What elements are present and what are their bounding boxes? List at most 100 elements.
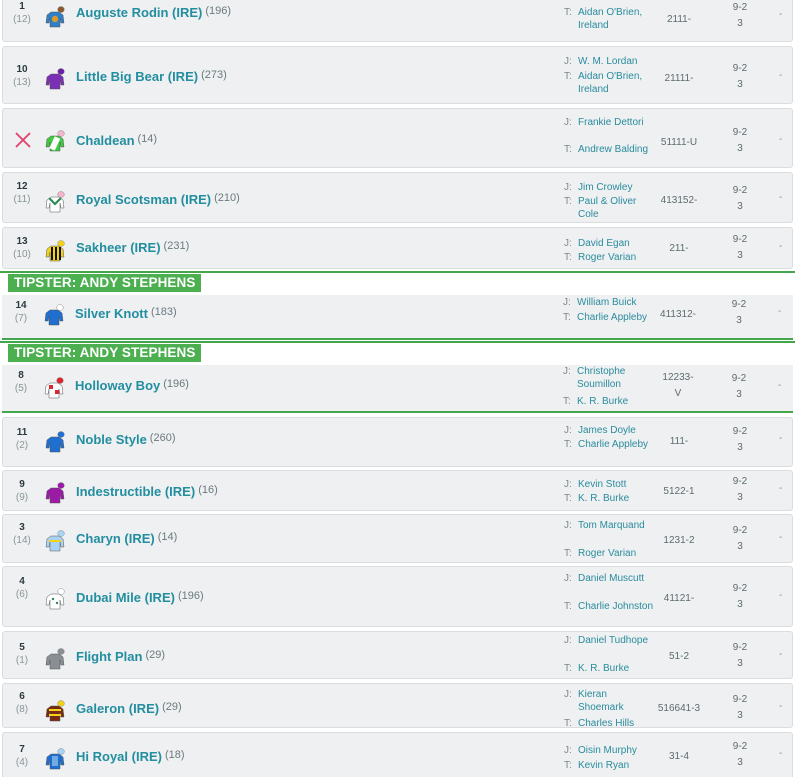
jockey-info: J: James Doyle (564, 424, 654, 439)
price-placeholder: - (778, 306, 782, 317)
trainer-link[interactable]: K. R. Burke (578, 662, 654, 675)
trainer-link[interactable]: Kevin Ryan (578, 759, 654, 772)
runner-row[interactable]: 7 (4) Hi Royal (IRE) (18) J: Oisin Murphy T: Ke… (2, 732, 793, 777)
trainer-label: T: (564, 144, 572, 155)
trainer-link[interactable]: Charlie Appleby (578, 438, 654, 451)
saddle-cloth-number: 9 (19, 479, 25, 490)
horse-name-link[interactable]: Flight Plan (29) (76, 649, 165, 664)
jockey-link[interactable]: Jim Crowley (578, 181, 654, 194)
trainer-link[interactable]: Charlie Appleby (577, 311, 653, 324)
jockey-label: J: (564, 182, 572, 193)
horse-name-link[interactable]: Sakheer (IRE) (231) (76, 240, 189, 255)
horse-name-link[interactable]: Charyn (IRE) (14) (76, 531, 177, 546)
stall-draw: (14) (13, 535, 31, 546)
form-figures: 12233- (662, 372, 694, 383)
jockey-link[interactable]: William Buick (577, 296, 653, 309)
jockey-label: J: (563, 297, 571, 308)
trainer-link[interactable]: Aidan O'Brien, Ireland (578, 6, 654, 32)
trainer-link[interactable]: Andrew Balding (578, 143, 654, 156)
days-since-run: (196) (163, 378, 189, 390)
jockey-info: J: Daniel Muscutt (564, 572, 654, 600)
runner-row[interactable]: TIPSTER: ANDY STEPHENS 14 (7) Silver Knott(… (0, 271, 795, 340)
trainer-label: T: (564, 439, 572, 450)
jockey-link[interactable]: Daniel Muscutt (578, 572, 654, 585)
days-since-run: (16) (198, 484, 218, 496)
runners-list: 1 (12) Auguste Rodin (IRE) (196) T: Aidan O'B… (0, 0, 795, 777)
horse-name-link[interactable]: Holloway Boy (196) (75, 378, 189, 393)
trainer-link[interactable]: Charles Hills (578, 717, 654, 730)
non-runner-icon (14, 131, 32, 154)
runner-row[interactable]: 3 (14) Charyn (IRE) (14) J: Tom Marquand T: Rog… (2, 514, 793, 563)
runner-row[interactable]: 9 (9) Indestructible (IRE) (16) J: Kevin Stot… (2, 470, 793, 511)
horse-name-link[interactable]: Royal Scotsman (IRE) (210) (76, 192, 240, 207)
form-figures: 51111-U (660, 137, 698, 148)
odds-top: 9-2 (732, 741, 748, 752)
jockey-link[interactable]: David Egan (578, 237, 654, 250)
horse-name-link[interactable]: Galeron (IRE) (29) (76, 701, 182, 716)
trainer-link[interactable]: Roger Varian (578, 547, 654, 560)
runner-row[interactable]: TIPSTER: ANDY STEPHENS 8 (5) Holloway Boy (1… (0, 341, 795, 413)
runner-row[interactable]: 4 (6) Dubai Mile (IRE) (196) J: Daniel Muscut… (2, 566, 793, 627)
horse-name-link[interactable]: Indestructible (IRE) (16) (76, 484, 218, 499)
form-headgear: V (674, 388, 682, 399)
runner-row[interactable]: 10 (13) Little Big Bear (IRE) (273) J: W. M. … (2, 46, 793, 104)
saddle-cloth-number: 7 (19, 744, 25, 755)
horse-name-link[interactable]: Little Big Bear (IRE) (273) (76, 69, 227, 84)
jockey-silk-icon (42, 303, 66, 327)
jockey-link[interactable]: Christophe Soumillon (577, 365, 653, 391)
horse-name: Sakheer (IRE) (76, 240, 161, 255)
jockey-link[interactable]: James Doyle (578, 424, 654, 437)
jockey-link[interactable]: Kevin Stott (578, 478, 654, 491)
jockey-link[interactable]: Tom Marquand (578, 519, 654, 532)
odds-top: 9-2 (731, 299, 747, 310)
jockey-silk-icon (43, 5, 67, 29)
jockey-silk-icon (43, 587, 67, 611)
trainer-link[interactable]: Aidan O'Brien, Ireland (578, 70, 654, 96)
days-since-run: (29) (145, 649, 166, 661)
runner-row[interactable]: Chaldean (14) J: Frankie Dettori T: Andrew Ba… (2, 108, 793, 168)
runner-row[interactable]: 11 (2) Noble Style (260) J: James Doyle T: Char… (2, 417, 793, 467)
odds-top: 9-2 (732, 63, 748, 74)
price-placeholder: - (779, 9, 783, 20)
runner-row[interactable]: 5 (1) Flight Plan (29) J: Daniel Tudhope T: K. … (2, 631, 793, 679)
jockey-link[interactable]: Frankie Dettori (578, 116, 654, 129)
jockey-link[interactable]: Oisin Murphy (578, 744, 654, 757)
runner-row[interactable]: 12 (11) Royal Scotsman (IRE) (210) J: Jim Cro… (2, 172, 793, 223)
runner-row[interactable]: 6 (8) Galeron (IRE) (29) J: Kieran Shoemark T:… (2, 683, 793, 730)
jockey-label: J: (564, 479, 572, 490)
jockey-silk-icon (43, 190, 67, 214)
runner-row[interactable]: 1 (12) Auguste Rodin (IRE) (196) T: Aidan O'B… (2, 0, 793, 42)
trainer-link[interactable]: Roger Varian (578, 251, 654, 264)
days-since-run: (196) (205, 5, 232, 17)
horse-name-link[interactable]: Auguste Rodin (IRE) (196) (76, 5, 231, 20)
horse-name: Indestructible (IRE) (76, 484, 196, 499)
horse-name-link[interactable]: Silver Knott (183) (75, 306, 177, 321)
jockey-label: J: (564, 238, 572, 249)
jockey-link[interactable]: W. M. Lordan (578, 55, 654, 68)
jockey-info: J: David Egan (564, 237, 654, 252)
horse-name-link[interactable]: Chaldean (14) (76, 133, 157, 148)
horse-name-link[interactable]: Dubai Mile (IRE) (196) (76, 590, 204, 605)
jockey-link[interactable]: Kieran Shoemark (578, 688, 654, 714)
odds-bottom: 3 (737, 599, 743, 610)
jockey-label: J: (564, 745, 572, 756)
jockey-info: J: Oisin Murphy (564, 744, 654, 759)
jockey-info: J: W. M. Lordan (564, 55, 654, 70)
runner-row[interactable]: 13 (10) Sakheer (IRE) (231) J: David Egan T: Ro… (2, 227, 793, 269)
horse-name-link[interactable]: Hi Royal (IRE) (18) (76, 749, 185, 764)
trainer-label: T: (564, 252, 572, 263)
days-since-run: (231) (163, 240, 190, 252)
trainer-link[interactable]: Paul & Oliver Cole (578, 195, 654, 221)
price-placeholder: - (779, 532, 783, 543)
jockey-label: J: (564, 689, 572, 700)
stall-draw: (6) (15, 589, 29, 600)
horse-name-link[interactable]: Noble Style (260) (76, 432, 175, 447)
trainer-link[interactable]: Charlie Johnston (578, 600, 654, 613)
trainer-link[interactable]: K. R. Burke (578, 492, 654, 505)
jockey-label: J: (564, 425, 572, 436)
jockey-link[interactable]: Daniel Tudhope (578, 634, 654, 647)
jockey-label: J: (564, 117, 572, 128)
days-since-run: (273) (201, 69, 227, 81)
saddle-cloth-number: 8 (18, 370, 24, 381)
trainer-link[interactable]: K. R. Burke (577, 395, 653, 408)
